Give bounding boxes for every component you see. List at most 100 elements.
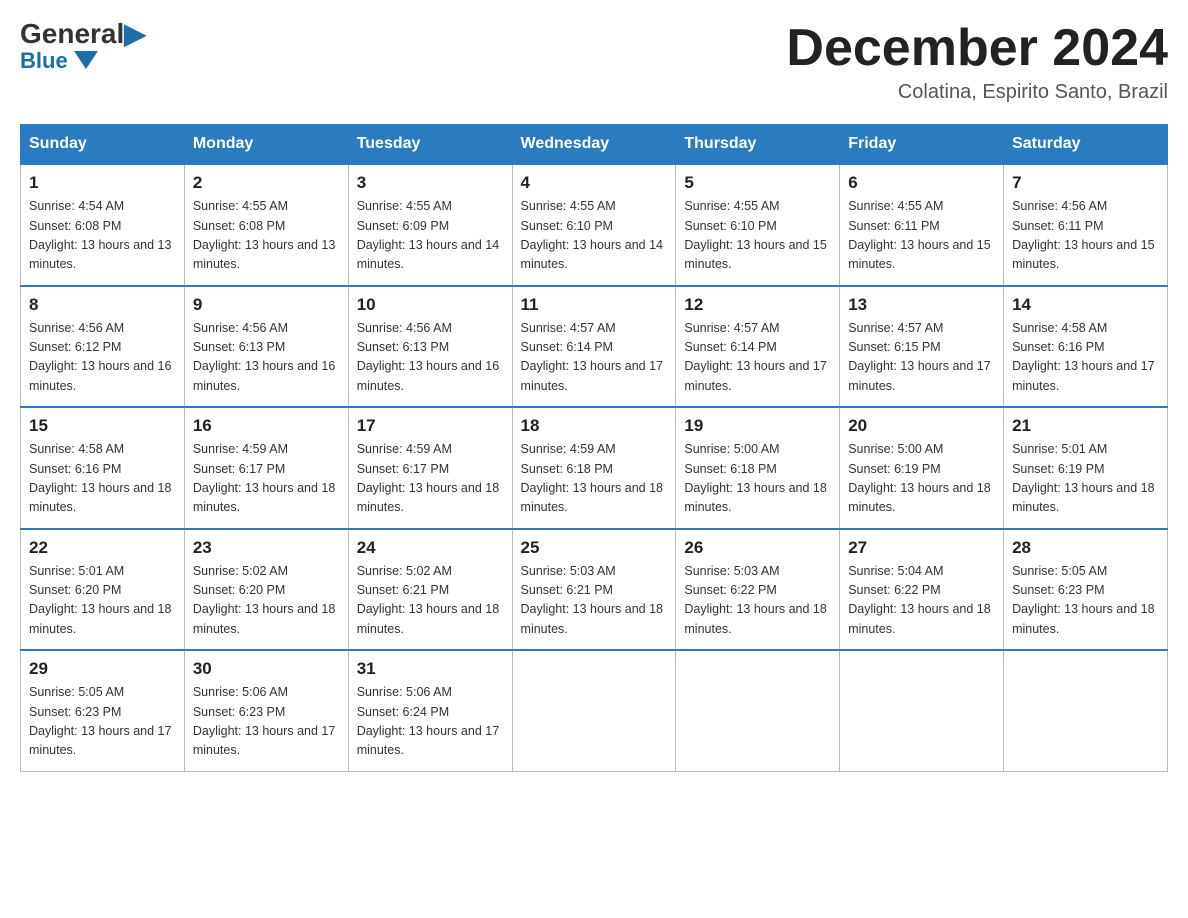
day-number: 22 xyxy=(29,538,176,558)
day-number: 10 xyxy=(357,295,504,315)
location-text: Colatina, Espirito Santo, Brazil xyxy=(786,81,1168,104)
calendar-cell: 11 Sunrise: 4:57 AM Sunset: 6:14 PM Dayl… xyxy=(512,286,676,408)
calendar-cell: 7 Sunrise: 4:56 AM Sunset: 6:11 PM Dayli… xyxy=(1004,164,1168,286)
day-info: Sunrise: 4:56 AM Sunset: 6:12 PM Dayligh… xyxy=(29,319,176,397)
day-info: Sunrise: 5:06 AM Sunset: 6:24 PM Dayligh… xyxy=(357,683,504,761)
logo-general-text: General▶ xyxy=(20,20,146,48)
calendar-cell xyxy=(1004,650,1168,771)
month-title: December 2024 xyxy=(786,20,1168,77)
day-info: Sunrise: 5:03 AM Sunset: 6:21 PM Dayligh… xyxy=(521,562,668,640)
column-header-monday: Monday xyxy=(184,125,348,165)
calendar-cell: 19 Sunrise: 5:00 AM Sunset: 6:18 PM Dayl… xyxy=(676,407,840,529)
title-block: December 2024 Colatina, Espirito Santo, … xyxy=(786,20,1168,104)
column-header-saturday: Saturday xyxy=(1004,125,1168,165)
week-row-2: 8 Sunrise: 4:56 AM Sunset: 6:12 PM Dayli… xyxy=(21,286,1168,408)
day-info: Sunrise: 4:55 AM Sunset: 6:11 PM Dayligh… xyxy=(848,197,995,275)
day-number: 14 xyxy=(1012,295,1159,315)
day-info: Sunrise: 5:06 AM Sunset: 6:23 PM Dayligh… xyxy=(193,683,340,761)
day-number: 4 xyxy=(521,173,668,193)
day-number: 1 xyxy=(29,173,176,193)
calendar-cell: 2 Sunrise: 4:55 AM Sunset: 6:08 PM Dayli… xyxy=(184,164,348,286)
day-number: 28 xyxy=(1012,538,1159,558)
day-info: Sunrise: 4:54 AM Sunset: 6:08 PM Dayligh… xyxy=(29,197,176,275)
calendar-cell: 17 Sunrise: 4:59 AM Sunset: 6:17 PM Dayl… xyxy=(348,407,512,529)
column-header-friday: Friday xyxy=(840,125,1004,165)
calendar-cell: 13 Sunrise: 4:57 AM Sunset: 6:15 PM Dayl… xyxy=(840,286,1004,408)
calendar-cell: 10 Sunrise: 4:56 AM Sunset: 6:13 PM Dayl… xyxy=(348,286,512,408)
day-info: Sunrise: 4:58 AM Sunset: 6:16 PM Dayligh… xyxy=(1012,319,1159,397)
calendar-cell: 18 Sunrise: 4:59 AM Sunset: 6:18 PM Dayl… xyxy=(512,407,676,529)
calendar-cell: 22 Sunrise: 5:01 AM Sunset: 6:20 PM Dayl… xyxy=(21,529,185,651)
calendar-cell: 4 Sunrise: 4:55 AM Sunset: 6:10 PM Dayli… xyxy=(512,164,676,286)
day-number: 17 xyxy=(357,416,504,436)
day-number: 16 xyxy=(193,416,340,436)
calendar-header-row: SundayMondayTuesdayWednesdayThursdayFrid… xyxy=(21,125,1168,165)
calendar-cell: 12 Sunrise: 4:57 AM Sunset: 6:14 PM Dayl… xyxy=(676,286,840,408)
day-number: 31 xyxy=(357,659,504,679)
day-info: Sunrise: 4:57 AM Sunset: 6:14 PM Dayligh… xyxy=(521,319,668,397)
column-header-tuesday: Tuesday xyxy=(348,125,512,165)
day-info: Sunrise: 4:58 AM Sunset: 6:16 PM Dayligh… xyxy=(29,440,176,518)
calendar-cell: 3 Sunrise: 4:55 AM Sunset: 6:09 PM Dayli… xyxy=(348,164,512,286)
week-row-5: 29 Sunrise: 5:05 AM Sunset: 6:23 PM Dayl… xyxy=(21,650,1168,771)
day-info: Sunrise: 5:02 AM Sunset: 6:20 PM Dayligh… xyxy=(193,562,340,640)
calendar-cell: 16 Sunrise: 4:59 AM Sunset: 6:17 PM Dayl… xyxy=(184,407,348,529)
day-number: 30 xyxy=(193,659,340,679)
week-row-1: 1 Sunrise: 4:54 AM Sunset: 6:08 PM Dayli… xyxy=(21,164,1168,286)
day-number: 24 xyxy=(357,538,504,558)
day-info: Sunrise: 4:59 AM Sunset: 6:18 PM Dayligh… xyxy=(521,440,668,518)
day-number: 6 xyxy=(848,173,995,193)
calendar-cell xyxy=(840,650,1004,771)
day-number: 21 xyxy=(1012,416,1159,436)
day-info: Sunrise: 5:04 AM Sunset: 6:22 PM Dayligh… xyxy=(848,562,995,640)
day-info: Sunrise: 4:59 AM Sunset: 6:17 PM Dayligh… xyxy=(357,440,504,518)
page-header: General▶ Blue December 2024 Colatina, Es… xyxy=(20,20,1168,104)
day-info: Sunrise: 5:02 AM Sunset: 6:21 PM Dayligh… xyxy=(357,562,504,640)
day-info: Sunrise: 4:55 AM Sunset: 6:09 PM Dayligh… xyxy=(357,197,504,275)
column-header-sunday: Sunday xyxy=(21,125,185,165)
day-info: Sunrise: 4:55 AM Sunset: 6:08 PM Dayligh… xyxy=(193,197,340,275)
calendar-cell: 31 Sunrise: 5:06 AM Sunset: 6:24 PM Dayl… xyxy=(348,650,512,771)
day-info: Sunrise: 5:05 AM Sunset: 6:23 PM Dayligh… xyxy=(1012,562,1159,640)
day-number: 25 xyxy=(521,538,668,558)
calendar-cell: 6 Sunrise: 4:55 AM Sunset: 6:11 PM Dayli… xyxy=(840,164,1004,286)
day-info: Sunrise: 4:56 AM Sunset: 6:13 PM Dayligh… xyxy=(193,319,340,397)
day-info: Sunrise: 4:57 AM Sunset: 6:14 PM Dayligh… xyxy=(684,319,831,397)
day-info: Sunrise: 4:55 AM Sunset: 6:10 PM Dayligh… xyxy=(684,197,831,275)
day-number: 11 xyxy=(521,295,668,315)
day-number: 27 xyxy=(848,538,995,558)
day-number: 13 xyxy=(848,295,995,315)
calendar-cell: 25 Sunrise: 5:03 AM Sunset: 6:21 PM Dayl… xyxy=(512,529,676,651)
calendar-cell xyxy=(676,650,840,771)
calendar-cell: 15 Sunrise: 4:58 AM Sunset: 6:16 PM Dayl… xyxy=(21,407,185,529)
calendar-cell: 21 Sunrise: 5:01 AM Sunset: 6:19 PM Dayl… xyxy=(1004,407,1168,529)
day-number: 15 xyxy=(29,416,176,436)
day-number: 18 xyxy=(521,416,668,436)
day-number: 8 xyxy=(29,295,176,315)
day-number: 26 xyxy=(684,538,831,558)
calendar-cell: 20 Sunrise: 5:00 AM Sunset: 6:19 PM Dayl… xyxy=(840,407,1004,529)
calendar-cell: 29 Sunrise: 5:05 AM Sunset: 6:23 PM Dayl… xyxy=(21,650,185,771)
calendar-cell: 9 Sunrise: 4:56 AM Sunset: 6:13 PM Dayli… xyxy=(184,286,348,408)
calendar-cell: 23 Sunrise: 5:02 AM Sunset: 6:20 PM Dayl… xyxy=(184,529,348,651)
day-info: Sunrise: 4:55 AM Sunset: 6:10 PM Dayligh… xyxy=(521,197,668,275)
day-number: 2 xyxy=(193,173,340,193)
logo: General▶ Blue xyxy=(20,20,146,74)
day-info: Sunrise: 4:57 AM Sunset: 6:15 PM Dayligh… xyxy=(848,319,995,397)
day-number: 9 xyxy=(193,295,340,315)
logo-blue-text: Blue xyxy=(20,48,98,74)
day-number: 5 xyxy=(684,173,831,193)
logo-triangle-icon xyxy=(74,51,98,69)
day-number: 20 xyxy=(848,416,995,436)
calendar-cell xyxy=(512,650,676,771)
calendar-cell: 30 Sunrise: 5:06 AM Sunset: 6:23 PM Dayl… xyxy=(184,650,348,771)
day-info: Sunrise: 4:56 AM Sunset: 6:13 PM Dayligh… xyxy=(357,319,504,397)
calendar-table: SundayMondayTuesdayWednesdayThursdayFrid… xyxy=(20,124,1168,772)
calendar-cell: 5 Sunrise: 4:55 AM Sunset: 6:10 PM Dayli… xyxy=(676,164,840,286)
day-info: Sunrise: 5:03 AM Sunset: 6:22 PM Dayligh… xyxy=(684,562,831,640)
calendar-cell: 28 Sunrise: 5:05 AM Sunset: 6:23 PM Dayl… xyxy=(1004,529,1168,651)
day-number: 7 xyxy=(1012,173,1159,193)
day-number: 3 xyxy=(357,173,504,193)
calendar-cell: 14 Sunrise: 4:58 AM Sunset: 6:16 PM Dayl… xyxy=(1004,286,1168,408)
calendar-cell: 27 Sunrise: 5:04 AM Sunset: 6:22 PM Dayl… xyxy=(840,529,1004,651)
